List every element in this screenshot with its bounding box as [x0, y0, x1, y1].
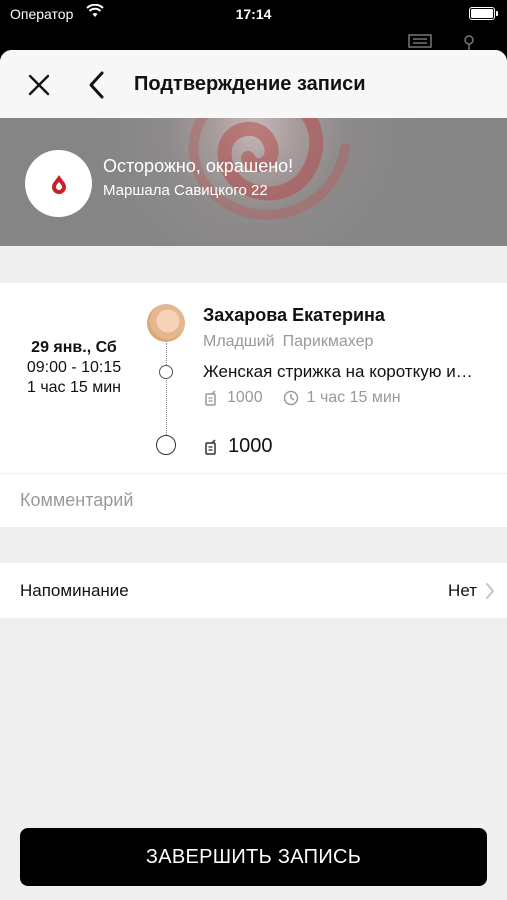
master-name: Захарова Екатерина [203, 305, 385, 325]
booking-time-range: 09:00 - 10:15 [26, 359, 122, 376]
master-avatar [147, 304, 185, 342]
chevron-right-icon [486, 583, 494, 599]
clock: 17:14 [235, 6, 272, 22]
price-tag-icon [205, 390, 216, 406]
battery-icon [469, 7, 498, 20]
master-level: Младший [203, 333, 275, 350]
reminder-value: Нет [448, 581, 477, 600]
service-name: Женская стрижка на короткую и… [203, 362, 473, 381]
page-title: Подтверждение записи [134, 73, 366, 95]
close-icon [28, 74, 50, 96]
finish-booking-button[interactable]: ЗАВЕРШИТЬ ЗАПИСЬ [20, 828, 487, 886]
service-meta: 1000 1 час 15 мин [203, 389, 401, 407]
salon-name: Осторожно, окрашено! [103, 156, 294, 176]
chevron-left-icon [89, 71, 104, 99]
reminder-label: Напоминание [20, 581, 129, 600]
timeline-dot-service [159, 365, 173, 379]
booking-date: 29 янв., Сб [31, 339, 117, 356]
reminder-row[interactable]: Напоминание Нет [0, 563, 507, 618]
salon-header: Осторожно, окрашено! Маршала Савицкого 2… [0, 118, 507, 246]
back-button[interactable] [84, 68, 112, 102]
salon-address: Маршала Савицкого 22 [103, 182, 268, 199]
drop-logo-icon [51, 174, 66, 194]
total-price: 1000 [203, 435, 273, 458]
timeline-line [166, 343, 167, 435]
date-time-block: 29 янв., Сб 09:00 - 10:15 1 час 15 мин [20, 338, 128, 398]
comment-row [0, 473, 507, 527]
service-price: 1000 [227, 389, 263, 406]
clock-icon [283, 390, 298, 406]
master-role: Младший Парикмахер [203, 333, 381, 351]
booking-confirmation-sheet: Подтверждение записи Осторожно, окрашено… [0, 50, 507, 900]
comment-input[interactable] [0, 474, 507, 527]
price-tag-icon [205, 438, 216, 455]
timeline-dot-total [156, 435, 176, 455]
close-button[interactable] [24, 70, 54, 100]
total-price-value: 1000 [228, 435, 273, 457]
salon-logo [25, 150, 92, 217]
master-specialty: Парикмахер [282, 333, 374, 350]
service-duration: 1 час 15 мин [306, 389, 401, 406]
booking-details-card: 29 янв., Сб 09:00 - 10:15 1 час 15 мин З… [0, 283, 507, 473]
nav-bar: Подтверждение записи [0, 50, 507, 118]
status-bar: Оператор 17:14 [0, 0, 507, 30]
booking-duration: 1 час 15 мин [26, 379, 122, 396]
